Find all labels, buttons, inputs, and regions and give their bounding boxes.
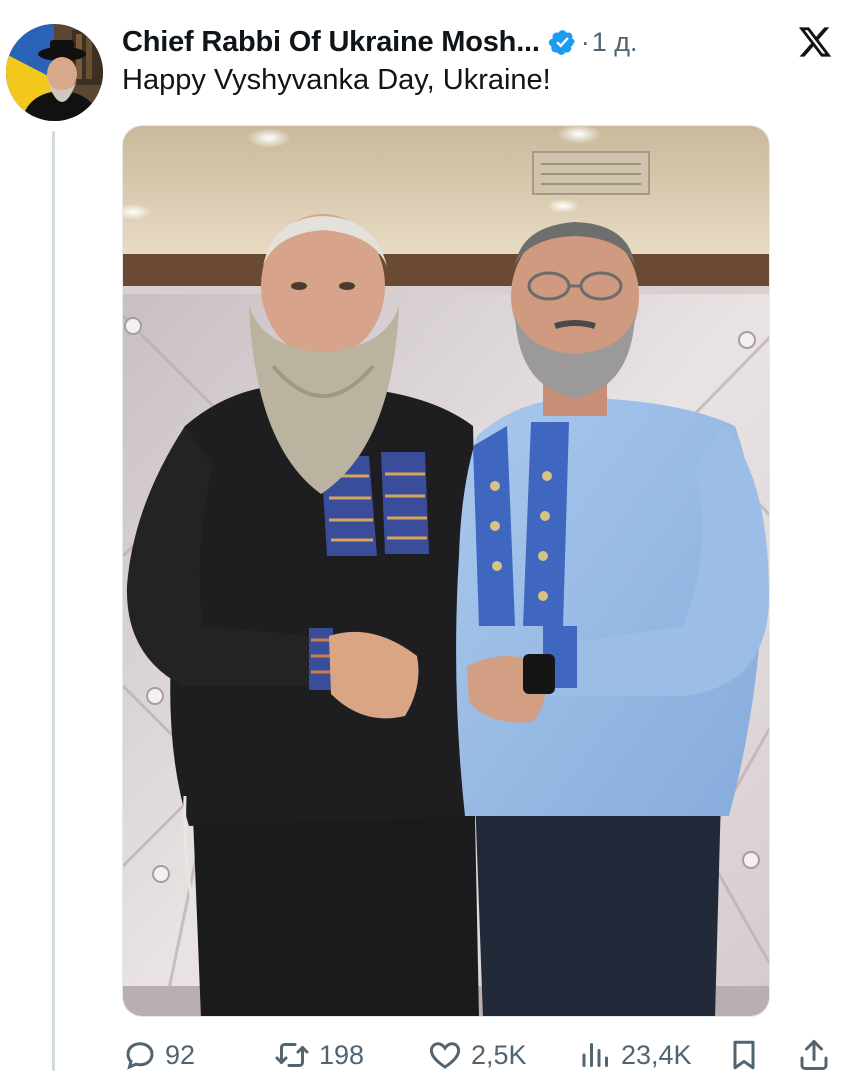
repost-icon — [275, 1043, 309, 1067]
separator-dot: · — [580, 26, 590, 57]
share-icon — [800, 1040, 828, 1070]
thread-line — [52, 131, 55, 1071]
like-count: 2,5K — [471, 1039, 527, 1070]
like-button[interactable]: 2,5K — [426, 1034, 527, 1076]
bookmark-button[interactable] — [726, 1034, 762, 1076]
views-chart-icon — [582, 1043, 608, 1067]
repost-button[interactable]: 198 — [272, 1034, 364, 1076]
author-avatar[interactable] — [6, 24, 103, 121]
post-time[interactable]: 1 д. — [592, 27, 638, 58]
post-text: Happy Vyshyvanka Day, Ukraine! — [122, 64, 551, 96]
views-button[interactable]: 23,4K — [578, 1034, 692, 1076]
reply-count: 92 — [165, 1039, 196, 1070]
post-header: Chief Rabbi Of Ukraine Mosh... · 1 д. — [122, 22, 638, 62]
share-button[interactable] — [796, 1034, 832, 1076]
action-bar: 92 198 2,5K 23,4K — [122, 1034, 840, 1076]
views-count: 23,4K — [621, 1039, 692, 1070]
verified-badge-icon — [548, 29, 575, 55]
heart-icon — [429, 1042, 461, 1069]
author-name[interactable]: Chief Rabbi Of Ukraine Mosh... — [122, 26, 540, 59]
bookmark-icon — [733, 1040, 755, 1070]
repost-count: 198 — [319, 1039, 365, 1070]
comment-icon — [126, 1042, 154, 1070]
post-photo[interactable] — [122, 125, 770, 1017]
x-logo-icon[interactable] — [796, 24, 834, 60]
reply-button[interactable]: 92 — [122, 1034, 195, 1076]
